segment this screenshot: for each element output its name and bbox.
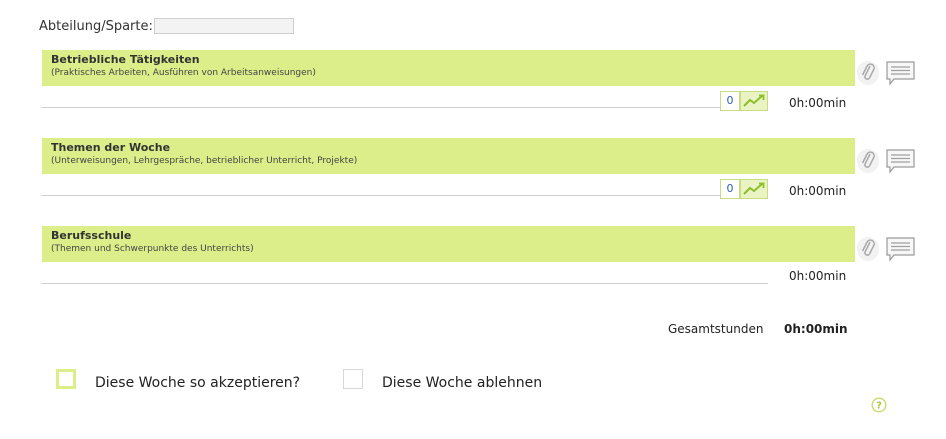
paperclip-icon[interactable] — [857, 61, 879, 85]
accept-week-label[interactable]: Diese Woche so akzeptieren? — [95, 375, 300, 391]
section-divider — [41, 107, 768, 108]
section-time: 0h:00min — [789, 96, 847, 110]
trend-chart-icon[interactable] — [740, 179, 768, 199]
svg-text:?: ? — [876, 401, 882, 412]
section-divider — [41, 195, 768, 196]
paperclip-icon[interactable] — [857, 149, 879, 173]
section-title: Berufsschule — [51, 229, 132, 242]
section-subtitle: (Praktisches Arbeiten, Ausführen von Arb… — [51, 68, 316, 78]
total-hours-label: Gesamtstunden — [668, 322, 764, 336]
comment-icon[interactable] — [886, 236, 916, 264]
department-label: Abteilung/Sparte: — [39, 19, 153, 34]
help-icon[interactable]: ? — [871, 397, 887, 413]
section-subtitle: (Themen und Schwerpunkte des Unterrichts… — [51, 244, 254, 254]
section-time: 0h:00min — [789, 269, 847, 283]
section-band-vocational-school: Berufsschule (Themen und Schwerpunkte de… — [42, 226, 855, 262]
entry-count[interactable]: 0 — [720, 179, 740, 199]
section-divider — [41, 283, 768, 284]
accept-week-checkbox[interactable] — [56, 369, 76, 389]
section-time: 0h:00min — [789, 184, 847, 198]
reject-week-checkbox[interactable] — [343, 369, 363, 389]
total-hours-value: 0h:00min — [784, 322, 848, 336]
trend-chart-icon[interactable] — [740, 91, 768, 111]
department-input[interactable] — [154, 18, 294, 34]
section-title: Betriebliche Tätigkeiten — [51, 53, 200, 66]
section-band-activities: Betriebliche Tätigkeiten (Praktisches Ar… — [42, 50, 855, 86]
entry-count[interactable]: 0 — [720, 91, 740, 111]
reject-week-label[interactable]: Diese Woche ablehnen — [382, 375, 542, 391]
comment-icon[interactable] — [886, 148, 916, 176]
section-title: Themen der Woche — [51, 141, 171, 154]
section-band-weekly-topics: Themen der Woche (Unterweisungen, Lehrge… — [42, 138, 855, 174]
comment-icon[interactable] — [886, 60, 916, 88]
paperclip-icon[interactable] — [857, 237, 879, 261]
section-subtitle: (Unterweisungen, Lehrgespräche, betriebl… — [51, 156, 358, 166]
